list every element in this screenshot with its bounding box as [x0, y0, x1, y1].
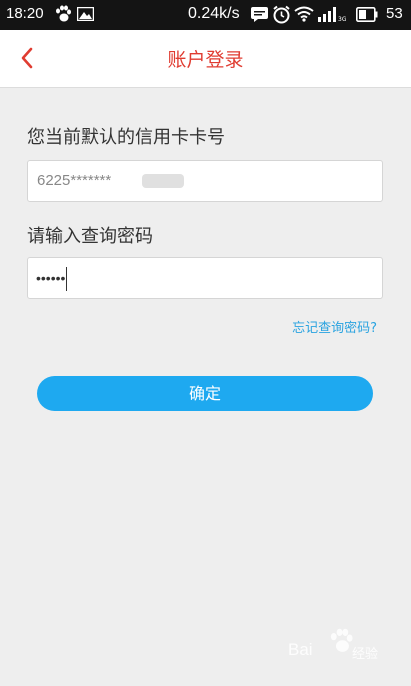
paw-icon	[330, 628, 353, 652]
watermark-brand: Bai	[288, 640, 313, 659]
svg-text:3G: 3G	[338, 16, 346, 22]
forgot-password-link[interactable]: 忘记查询密码?	[292, 317, 377, 336]
page-title: 账户登录	[167, 49, 244, 71]
network-speed: 0.24k/s	[188, 5, 240, 22]
card-number-value: 6225*******	[37, 172, 112, 189]
watermark-jingyan: 经验	[352, 647, 379, 662]
password-input[interactable]: ••••••	[27, 257, 383, 299]
message-icon	[251, 7, 268, 22]
card-number-field: 6225*******	[27, 160, 383, 202]
nav-bar: 账户登录	[0, 30, 411, 88]
password-value: ••••••	[36, 270, 66, 286]
wifi-icon	[294, 6, 314, 22]
masked-blur	[142, 174, 184, 188]
card-number-label: 您当前默认的信用卡卡号	[27, 127, 225, 148]
status-bar: 18:20 0.24k/s 3G 53	[0, 0, 411, 30]
battery-icon	[356, 7, 378, 22]
image-icon	[77, 7, 94, 21]
paw-icon	[56, 5, 71, 22]
signal-icon: 3G	[318, 7, 346, 22]
status-time: 18:20	[6, 5, 44, 22]
alarm-icon	[273, 5, 290, 24]
password-label: 请输入查询密码	[27, 226, 153, 247]
battery-level: 53	[386, 5, 403, 22]
confirm-button[interactable]: 确定	[37, 376, 373, 411]
text-caret	[66, 267, 68, 292]
